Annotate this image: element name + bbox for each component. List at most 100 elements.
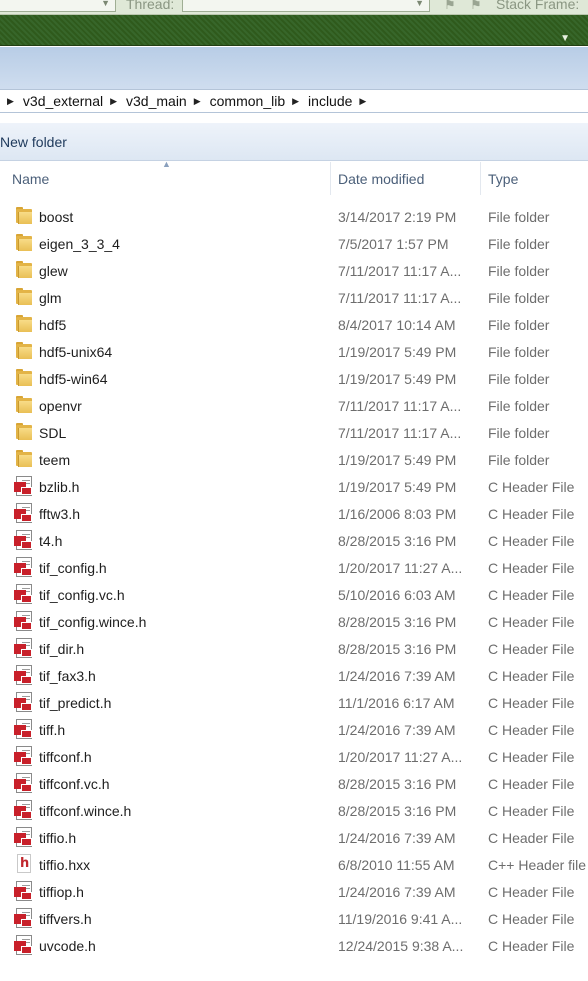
file-row[interactable]: hdf5-unix64 1/19/2017 5:49 PM File folder — [0, 338, 588, 365]
chevron-down-icon[interactable]: ▼ — [560, 33, 570, 44]
file-type: File folder — [488, 263, 550, 279]
file-type: File folder — [488, 236, 550, 252]
file-name: SDL — [39, 425, 67, 441]
file-name: hdf5-win64 — [39, 371, 108, 387]
file-name: tif_config.wince.h — [39, 614, 147, 630]
file-row[interactable]: tiff.h 1/24/2016 7:39 AM C Header File — [0, 716, 588, 743]
file-type: File folder — [488, 290, 550, 306]
breadcrumb-arrow-icon[interactable]: ▶ — [194, 96, 201, 107]
breadcrumb-item[interactable]: common_lib — [210, 93, 285, 109]
file-row[interactable]: t4.h 8/28/2015 3:16 PM C Header File — [0, 527, 588, 554]
column-header-date-modified[interactable]: Date modified — [338, 171, 424, 187]
breadcrumb-arrow-icon[interactable]: ▶ — [110, 96, 117, 107]
debug-toolbar: ▼ Thread: ▼ ⚑ ⚑ Stack Frame: — [0, 0, 588, 15]
column-divider[interactable] — [330, 162, 331, 195]
file-type: File folder — [488, 398, 550, 414]
breadcrumb-item[interactable]: include — [308, 93, 352, 109]
file-row[interactable]: glew 7/11/2017 11:17 A... File folder — [0, 257, 588, 284]
file-row[interactable]: hdf5 8/4/2017 10:14 AM File folder — [0, 311, 588, 338]
flag-threads-icon[interactable]: ⚑ — [470, 0, 482, 13]
file-row[interactable]: glm 7/11/2017 11:17 A... File folder — [0, 284, 588, 311]
file-row[interactable]: uvcode.h 12/24/2015 9:38 A... C Header Fil… — [0, 932, 588, 959]
file-name: tif_dir.h — [39, 641, 85, 657]
file-row[interactable]: tif_predict.h 11/1/2016 6:17 AM C Header F… — [0, 689, 588, 716]
file-row[interactable]: tiffiop.h 1/24/2016 7:39 AM C Header File — [0, 878, 588, 905]
file-name: tiffio.h — [39, 830, 77, 846]
breadcrumb-arrow-icon[interactable]: ▶ — [359, 96, 366, 107]
file-row[interactable]: tif_dir.h 8/28/2015 3:16 PM C Header File — [0, 635, 588, 662]
file-date-modified: 8/4/2017 10:14 AM — [338, 317, 456, 333]
file-row[interactable]: bzlib.h 1/19/2017 5:49 PM C Header File — [0, 473, 588, 500]
file-type: C Header File — [488, 830, 575, 846]
file-row[interactable]: openvr 7/11/2017 11:17 A... File folder — [0, 392, 588, 419]
process-dropdown[interactable]: ▼ — [0, 0, 116, 12]
c-header-icon — [14, 638, 34, 658]
file-type: C Header File — [488, 479, 575, 495]
file-date-modified: 5/10/2016 6:03 AM — [338, 587, 456, 603]
file-name: eigen_3_3_4 — [39, 236, 120, 252]
file-date-modified: 8/28/2015 3:16 PM — [338, 803, 457, 819]
c-header-icon — [14, 719, 34, 739]
breadcrumb-item[interactable]: v3d_main — [126, 93, 187, 109]
breadcrumb-arrow-icon[interactable]: ▶ — [7, 96, 14, 107]
file-row[interactable]: eigen_3_3_4 7/5/2017 1:57 PM File folder — [0, 230, 588, 257]
file-type: C Header File — [488, 911, 575, 927]
file-row[interactable]: fftw3.h 1/16/2006 8:03 PM C Header File — [0, 500, 588, 527]
c-header-icon — [14, 557, 34, 577]
column-divider[interactable] — [480, 162, 481, 195]
c-header-icon — [14, 584, 34, 604]
file-row[interactable]: tiffconf.wince.h 8/28/2015 3:16 PM C Heade… — [0, 797, 588, 824]
file-date-modified: 11/1/2016 6:17 AM — [338, 695, 455, 711]
file-type: C Header File — [488, 560, 575, 576]
column-header-name[interactable]: Name — [12, 171, 49, 187]
file-row[interactable]: hdf5-win64 1/19/2017 5:49 PM File folder — [0, 365, 588, 392]
file-date-modified: 8/28/2015 3:16 PM — [338, 776, 457, 792]
thread-label: Thread: — [126, 0, 175, 12]
file-type: C Header File — [488, 884, 575, 900]
file-date-modified: 1/19/2017 5:49 PM — [338, 371, 457, 387]
file-type: C Header File — [488, 614, 575, 630]
file-date-modified: 1/19/2017 5:49 PM — [338, 452, 457, 468]
breadcrumb-item[interactable]: v3d_external — [23, 93, 103, 109]
file-name: tiffconf.wince.h — [39, 803, 132, 819]
folder-icon — [14, 233, 34, 253]
folder-icon — [14, 422, 34, 442]
c-header-icon — [14, 773, 34, 793]
file-date-modified: 1/24/2016 7:39 AM — [338, 884, 456, 900]
file-row[interactable]: tiffio.h 1/24/2016 7:39 AM C Header File — [0, 824, 588, 851]
file-date-modified: 1/24/2016 7:39 AM — [338, 668, 456, 684]
file-date-modified: 3/14/2017 2:19 PM — [338, 209, 457, 225]
cpp-header-icon: h — [14, 854, 34, 874]
file-row[interactable]: tif_config.vc.h 5/10/2016 6:03 AM C Header… — [0, 581, 588, 608]
file-date-modified: 1/16/2006 8:03 PM — [338, 506, 457, 522]
file-row[interactable]: teem 1/19/2017 5:49 PM File folder — [0, 446, 588, 473]
file-date-modified: 8/28/2015 3:16 PM — [338, 533, 457, 549]
file-date-modified: 1/20/2017 11:27 A... — [338, 560, 463, 576]
flag-icon[interactable]: ⚑ — [444, 0, 456, 13]
explorer-title-area — [0, 47, 588, 89]
file-row[interactable]: tif_config.wince.h 8/28/2015 3:16 PM C Hea… — [0, 608, 588, 635]
file-name: t4.h — [39, 533, 63, 549]
c-header-icon — [14, 530, 34, 550]
file-name: openvr — [39, 398, 82, 414]
file-row[interactable]: tif_fax3.h 1/24/2016 7:39 AM C Header File — [0, 662, 588, 689]
file-name: glew — [39, 263, 68, 279]
file-name: tiffvers.h — [39, 911, 92, 927]
file-row[interactable]: SDL 7/11/2017 11:17 A... File folder — [0, 419, 588, 446]
file-row[interactable]: h tiffio.hxx 6/8/2010 11:55 AM C++ Header f… — [0, 851, 588, 878]
file-row[interactable]: tiffvers.h 11/19/2016 9:41 A... C Header F… — [0, 905, 588, 932]
breadcrumb-arrow-icon[interactable]: ▶ — [292, 96, 299, 107]
file-row[interactable]: tiffconf.h 1/20/2017 11:27 A... C Header F… — [0, 743, 588, 770]
file-name: tiffconf.vc.h — [39, 776, 110, 792]
file-row[interactable]: boost 3/14/2017 2:19 PM File folder — [0, 203, 588, 230]
file-name: hdf5-unix64 — [39, 344, 113, 360]
file-row[interactable]: tiffconf.vc.h 8/28/2015 3:16 PM C Header F… — [0, 770, 588, 797]
thread-dropdown[interactable]: ▼ — [182, 0, 430, 12]
file-date-modified: 8/28/2015 3:16 PM — [338, 614, 457, 630]
file-date-modified: 7/11/2017 11:17 A... — [338, 263, 462, 279]
c-header-icon — [14, 935, 34, 955]
column-header-type[interactable]: Type — [488, 171, 518, 187]
file-row[interactable]: tif_config.h 1/20/2017 11:27 A... C Header… — [0, 554, 588, 581]
file-type: C Header File — [488, 668, 575, 684]
new-folder-button[interactable]: New folder — [0, 134, 67, 150]
